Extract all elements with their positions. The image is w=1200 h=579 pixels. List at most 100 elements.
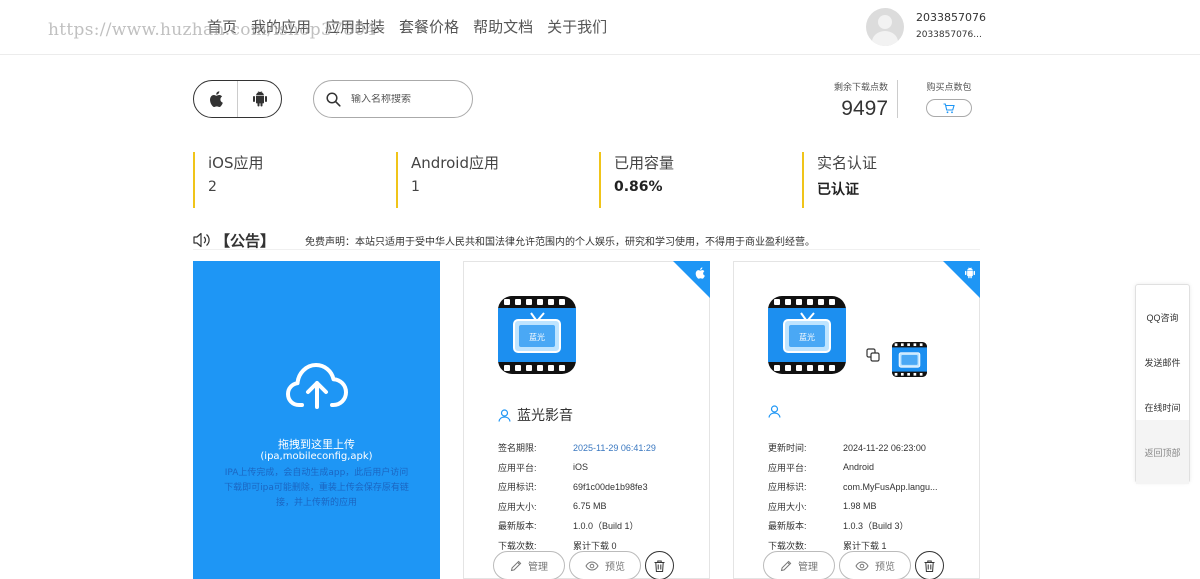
preview-label: 预览 [605, 562, 625, 573]
floating-contact-panel: QQ咨询 发送邮件 在线时间 返回顶部 [1135, 284, 1190, 484]
preview-button[interactable]: 预览 [839, 551, 911, 579]
stat-label: 实名认证 [817, 154, 878, 172]
app-icon[interactable]: 蓝光 [498, 296, 576, 374]
points-value: 9497 [841, 97, 888, 120]
info-row: 更新时间: 2024-11-22 06:23:00 [768, 438, 978, 458]
user-icon [768, 405, 781, 418]
info-value: 6.75 MB [573, 501, 607, 512]
eye-icon [855, 560, 869, 571]
info-label: 最新版本: [768, 521, 807, 532]
nav-docs[interactable]: 帮助文档 [473, 16, 533, 37]
app-icon-label: 蓝光 [529, 332, 545, 342]
ios-filter-button[interactable] [194, 81, 238, 117]
nav-about[interactable]: 关于我们 [547, 16, 607, 37]
info-label: 应用大小: [768, 501, 807, 512]
info-row: 应用标识: 69f1c00de1b98fe3 [498, 477, 708, 497]
info-label: 应用平台: [498, 462, 537, 473]
copy-icon[interactable] [866, 348, 880, 362]
online-hours-button[interactable]: 在线时间 [1136, 375, 1189, 420]
trash-icon [654, 560, 665, 572]
delete-button[interactable] [645, 551, 674, 579]
nav-my-apps[interactable]: 我的应用 [251, 16, 311, 37]
announcement-text: 免费声明：本站只适用于受中华人民共和国法律允许范围内的个人娱乐，研究和学习使用，… [305, 236, 816, 248]
back-to-top-button[interactable]: 返回顶部 [1136, 420, 1189, 484]
manage-button[interactable]: 管理 [763, 551, 835, 579]
stat-value: 已认证 [817, 182, 859, 198]
points-divider [897, 80, 898, 118]
announcement-title: 【公告】 [215, 231, 276, 250]
cart-icon [943, 102, 955, 113]
info-value: 累计下载 1 [843, 540, 887, 551]
info-row: 最新版本: 1.0.3（Build 3） [768, 516, 978, 536]
nav-app-wrap[interactable]: 应用封装 [325, 16, 385, 37]
app-name-row [768, 405, 787, 418]
android-icon [965, 267, 975, 279]
buy-label: 购买点数包 [926, 83, 972, 93]
pencil-icon [510, 560, 522, 571]
info-row: 签名期限: 2025-11-29 06:41:29 [498, 438, 708, 458]
stat-used-capacity: 已用容量 0.86% [599, 152, 674, 208]
send-email-button[interactable]: 发送邮件 [1136, 330, 1189, 375]
speaker-icon [193, 232, 210, 248]
info-label: 最新版本: [498, 521, 537, 532]
info-value: 69f1c00de1b98fe3 [573, 481, 648, 492]
stat-label: iOS应用 [208, 154, 264, 172]
info-row: 应用大小: 6.75 MB [498, 497, 708, 517]
app-icon-label: 蓝光 [799, 332, 815, 342]
top-header: 首页 我的应用 应用封装 套餐价格 帮助文档 关于我们 https://www.… [0, 0, 1200, 55]
user-menu[interactable]: 2033857076 2033857076... [866, 8, 986, 46]
avatar[interactable] [866, 8, 904, 46]
preview-label: 预览 [875, 562, 895, 573]
delete-button[interactable] [915, 551, 944, 579]
app-card-ios: 蓝光 蓝光影音 签名期限: 2025-11-29 06:41:29 应用平台: iO… [463, 261, 710, 579]
nav-pricing[interactable]: 套餐价格 [399, 16, 459, 37]
app-actions: 管理 预览 [763, 551, 944, 579]
app-name: 蓝光影音 [517, 408, 573, 424]
search-input[interactable] [351, 93, 461, 105]
announcement-bar: 【公告】 免费声明：本站只适用于受中华人民共和国法律允许范围内的个人娱乐，研究和… [193, 231, 980, 250]
android-filter-button[interactable] [238, 81, 281, 117]
info-value: 1.98 MB [843, 501, 877, 512]
info-label: 下载次数: [768, 540, 807, 551]
app-info-list: 签名期限: 2025-11-29 06:41:29 应用平台: iOS 应用标识: 6… [498, 438, 708, 555]
info-row: 应用大小: 1.98 MB [768, 497, 978, 517]
info-value: 2024-11-22 06:23:00 [843, 442, 926, 453]
apple-icon [209, 91, 223, 107]
info-value: Android [843, 462, 875, 473]
info-row: 应用平台: iOS [498, 458, 708, 478]
qq-consult-button[interactable]: QQ咨询 [1136, 285, 1189, 330]
announcement-divider [193, 249, 980, 250]
pencil-icon [780, 560, 792, 571]
buy-points-button[interactable] [926, 99, 972, 117]
user-sub: 2033857076... [916, 29, 982, 40]
manage-label: 管理 [798, 562, 818, 573]
upload-title: 拖拽到这里上传 [278, 438, 355, 451]
preview-button[interactable]: 预览 [569, 551, 641, 579]
buy-panel: 购买点数包 [920, 80, 978, 117]
user-icon [498, 408, 511, 422]
trash-icon [924, 560, 935, 572]
app-info-list: 更新时间: 2024-11-22 06:23:00 应用平台: Android 应用… [768, 438, 978, 555]
nav-home[interactable]: 首页 [207, 16, 237, 37]
stat-android-apps: Android应用 1 [396, 152, 499, 208]
search-box [313, 80, 473, 118]
stat-ios-apps: iOS应用 2 [193, 152, 264, 208]
points-label: 剩余下载点数 [833, 83, 888, 93]
info-value: com.MyFusApp.langu... [843, 481, 938, 492]
info-value: 2025-11-29 06:41:29 [573, 442, 656, 453]
info-value: iOS [573, 462, 589, 473]
main-nav: 首页 我的应用 应用封装 套餐价格 帮助文档 关于我们 [207, 16, 607, 37]
info-label: 下载次数: [498, 540, 537, 551]
platform-toggle [193, 80, 282, 118]
stat-label: Android应用 [411, 154, 499, 172]
upload-types: (ipa,mobileconfig,apk) [260, 451, 373, 462]
app-icon[interactable]: 蓝光 [768, 296, 846, 374]
info-value: 累计下载 0 [573, 540, 617, 551]
search-icon [326, 91, 341, 107]
stat-value: 0.86% [614, 179, 663, 195]
secondary-app-icon [892, 342, 927, 377]
upload-dropzone[interactable]: 拖拽到这里上传 (ipa,mobileconfig,apk) IPA上传完成，会… [193, 261, 440, 579]
info-label: 签名期限: [498, 443, 537, 454]
app-name-row: 蓝光影音 [498, 405, 573, 425]
manage-button[interactable]: 管理 [493, 551, 565, 579]
